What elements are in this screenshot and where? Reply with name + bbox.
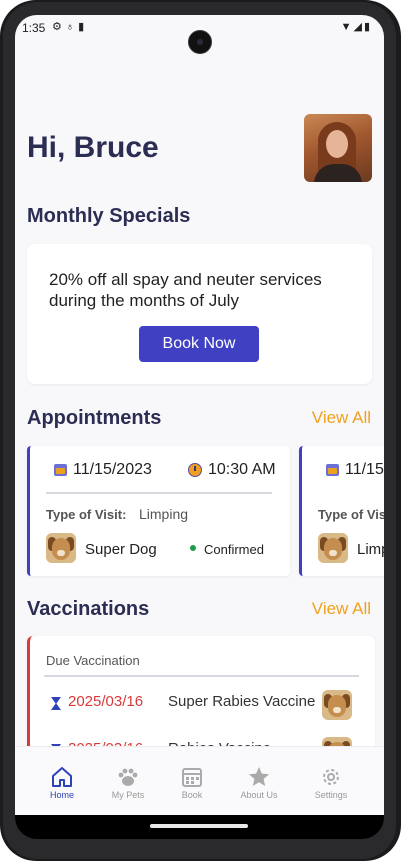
appointments-view-all-link[interactable]: View All — [312, 408, 371, 428]
avatar[interactable] — [304, 114, 372, 182]
appointment-time: 10:30 AM — [188, 461, 276, 479]
appointment-date: 11/15/2023 — [326, 461, 384, 479]
status-right-icons: ▼◢▮ — [341, 20, 372, 33]
nav-label: Home — [49, 790, 74, 800]
nav-label: About Us — [240, 790, 278, 800]
book-now-button[interactable]: Book Now — [139, 326, 259, 362]
home-icon — [52, 767, 72, 787]
pet-name: Super Dog — [85, 541, 157, 558]
appointments-title: Appointments — [27, 407, 162, 429]
gear-icon — [323, 769, 339, 785]
pet-photo — [46, 533, 76, 563]
status-dot-icon — [190, 545, 196, 551]
clock-icon — [188, 463, 202, 477]
special-card: 20% off all spay and neuter services dur… — [27, 244, 372, 384]
nav-settings[interactable]: Settings — [296, 747, 366, 815]
hourglass-icon — [51, 697, 61, 710]
calendar-icon — [326, 464, 339, 476]
nav-label: Settings — [314, 790, 348, 800]
nav-label: My Pets — [111, 790, 145, 800]
visit-type-value: Limping — [139, 506, 189, 522]
nav-home[interactable]: Home — [27, 747, 97, 815]
app-screen: 1:35 ⚙♁▮ ▼◢▮ Hi, Bruce Monthly Specials … — [15, 15, 384, 815]
bottom-nav: Home My Pets Book About Us Settings — [15, 746, 384, 815]
battery-icon: ▮ — [363, 21, 372, 33]
appointment-time-text: 10:30 AM — [208, 461, 276, 478]
wifi-icon: ▼ — [340, 21, 354, 33]
appointment-card[interactable]: 11/15/2023 Type of Visit: Limping — [299, 446, 384, 576]
paw-icon — [118, 768, 138, 786]
appointment-card[interactable]: 11/15/2023 10:30 AM Type of Visit: Limpi… — [27, 446, 290, 576]
monthly-specials-title: Monthly Specials — [27, 205, 191, 227]
appointment-status: Confirmed — [204, 542, 264, 557]
vaccinations-title: Vaccinations — [27, 598, 150, 620]
pet-photo — [318, 533, 348, 563]
vaccination-date: 2025/03/16 — [68, 693, 144, 710]
vaccination-name: Super Rabies Vaccine — [168, 693, 316, 710]
nav-label: Book — [181, 790, 203, 800]
status-left-icons: ⚙♁▮ — [52, 20, 88, 33]
visit-type-label: Type of Visit: — [46, 507, 127, 522]
due-vaccination-header: Due Vaccination — [46, 653, 140, 668]
usb-icon: ♁ — [65, 21, 79, 33]
camera-icon — [188, 30, 212, 54]
appointment-date-text: 11/15/2023 — [345, 461, 384, 478]
vaccinations-view-all-link[interactable]: View All — [312, 599, 371, 619]
visit-type-label: Type of Visit: — [318, 507, 384, 522]
appointment-date: 11/15/2023 — [54, 461, 152, 479]
home-gesture-bar[interactable] — [150, 824, 248, 828]
nav-book[interactable]: Book — [157, 747, 227, 815]
star-icon — [249, 767, 269, 786]
pet-name: Limping — [357, 541, 384, 558]
greeting-title: Hi, Bruce — [27, 131, 159, 164]
vaccination-row[interactable]: 2025/03/16 Super Rabies Vaccine — [30, 688, 375, 722]
sd-card-icon: ▮ — [78, 21, 89, 33]
pet-photo — [322, 690, 352, 720]
divider — [46, 492, 272, 494]
calendar-icon — [54, 464, 67, 476]
appointment-date-text: 11/15/2023 — [73, 461, 152, 478]
calendar-icon — [182, 768, 202, 787]
status-time: 1:35 — [22, 21, 46, 35]
nav-about-us[interactable]: About Us — [224, 747, 294, 815]
nav-my-pets[interactable]: My Pets — [93, 747, 163, 815]
special-text: 20% off all spay and neuter services dur… — [49, 270, 322, 310]
divider — [44, 675, 359, 677]
gear-icon: ⚙ — [52, 21, 66, 33]
signal-icon: ◢ — [353, 21, 364, 33]
